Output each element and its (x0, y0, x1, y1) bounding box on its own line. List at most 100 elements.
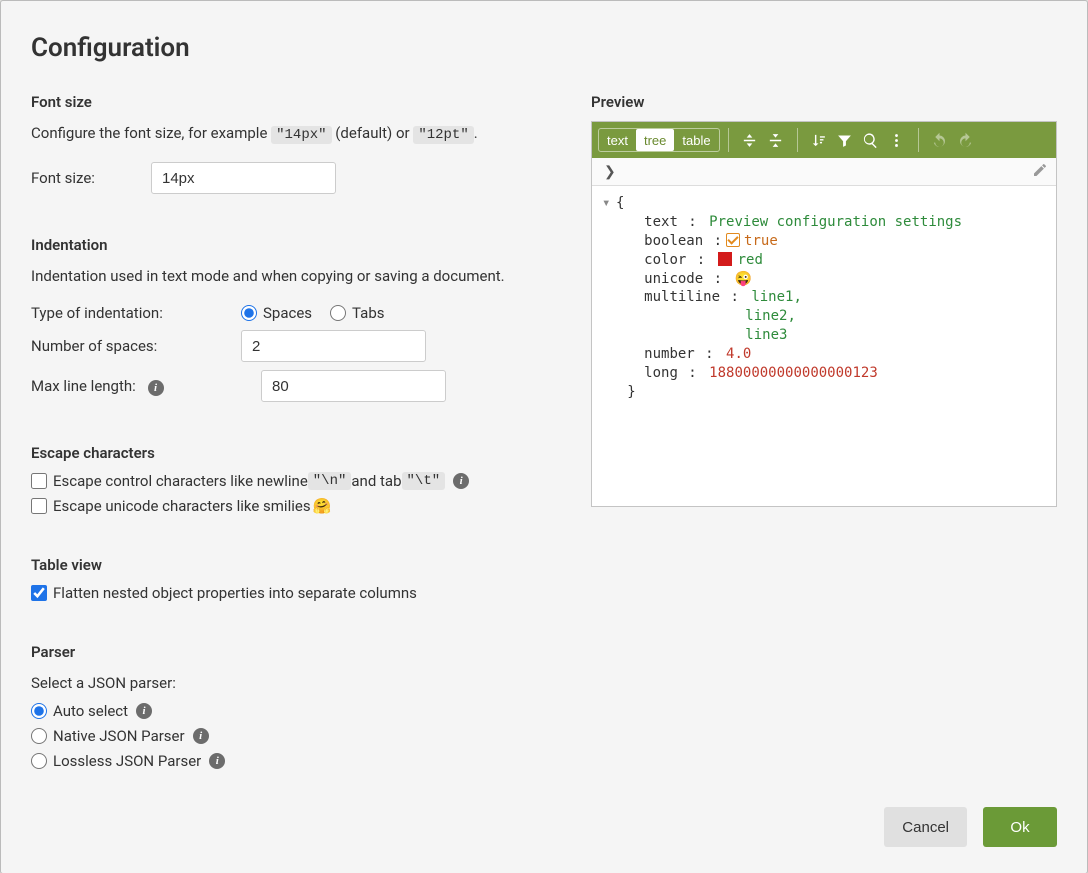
info-icon[interactable]: i (136, 703, 152, 719)
indent-type-label: Type of indentation: (31, 304, 241, 322)
indent-tabs-option[interactable]: Tabs (330, 304, 384, 322)
indent-spaces-option[interactable]: Spaces (241, 304, 312, 322)
max-line-input[interactable] (261, 370, 446, 402)
font-size-heading: Font size (31, 93, 551, 111)
code-example-14px: "14px" (271, 126, 331, 144)
mode-tree-button[interactable]: tree (636, 129, 674, 151)
parser-auto-radio[interactable] (31, 703, 47, 719)
indent-spaces-label: Spaces (263, 304, 312, 322)
text: Escape control characters like newline (53, 472, 308, 490)
escape-heading: Escape characters (31, 444, 551, 462)
json-key: number (644, 346, 695, 362)
flatten-checkbox[interactable] (31, 585, 47, 601)
escape-unicode-row[interactable]: Escape unicode characters like smilies 🤗 (31, 497, 551, 515)
json-string: red (738, 252, 763, 268)
info-icon[interactable]: i (453, 473, 469, 489)
code-example-12pt: "12pt" (413, 126, 473, 144)
undo-icon[interactable] (927, 127, 953, 153)
open-brace: { (616, 195, 624, 211)
dialog-footer: Cancel Ok (31, 807, 1057, 847)
json-string: Preview configuration settings (709, 214, 962, 230)
dialog-title: Configuration (31, 33, 1057, 63)
indent-tabs-radio[interactable] (330, 305, 346, 321)
parser-heading: Parser (31, 643, 551, 661)
table-view-heading: Table view (31, 556, 551, 574)
json-string: line3 (745, 327, 787, 343)
filter-icon[interactable] (832, 127, 858, 153)
text: . (474, 124, 478, 142)
cancel-button[interactable]: Cancel (884, 807, 967, 847)
json-number: 4.0 (726, 346, 751, 362)
num-spaces-label: Number of spaces: (31, 337, 241, 355)
code-tab: "\t" (402, 472, 446, 490)
checkbox-icon[interactable] (726, 233, 740, 247)
mode-text-button[interactable]: text (599, 129, 636, 151)
escape-control-checkbox[interactable] (31, 473, 47, 489)
json-number: 18800000000000000123 (709, 365, 878, 381)
parser-native-radio[interactable] (31, 728, 47, 744)
code-newline: "\n" (308, 472, 352, 490)
preview-path-bar: ❯ (592, 158, 1056, 186)
text: Max line length: (31, 377, 136, 395)
flatten-label: Flatten nested object properties into se… (53, 584, 417, 602)
text: and tab (351, 472, 401, 490)
collapse-all-icon[interactable] (763, 127, 789, 153)
caret-down-icon[interactable]: ▾ (602, 194, 616, 213)
flatten-row[interactable]: Flatten nested object properties into se… (31, 584, 551, 602)
text: Configure the font size, for example (31, 124, 271, 142)
json-key: unicode (644, 271, 703, 287)
parser-lossless-label: Lossless JSON Parser (53, 752, 201, 770)
parser-lossless-radio[interactable] (31, 753, 47, 769)
parser-native-label: Native JSON Parser (53, 727, 185, 745)
escape-unicode-checkbox[interactable] (31, 498, 47, 514)
font-size-input[interactable] (151, 162, 336, 194)
parser-native-option[interactable]: Native JSON Parser i (31, 727, 551, 745)
edit-icon[interactable] (1032, 162, 1048, 182)
smiley-emoji: 🤗 (313, 497, 332, 515)
json-key: boolean (644, 233, 703, 249)
chevron-right-icon[interactable]: ❯ (600, 164, 620, 180)
indent-spaces-radio[interactable] (241, 305, 257, 321)
indent-tabs-label: Tabs (352, 304, 384, 322)
mode-table-button[interactable]: table (674, 129, 718, 151)
search-icon[interactable] (858, 127, 884, 153)
redo-icon[interactable] (953, 127, 979, 153)
parser-lossless-option[interactable]: Lossless JSON Parser i (31, 752, 551, 770)
close-brace: } (627, 384, 635, 400)
json-string: line1, (751, 289, 802, 305)
json-key: color (644, 252, 686, 268)
configuration-dialog: Configuration Font size Configure the fo… (0, 0, 1088, 873)
sort-icon[interactable] (806, 127, 832, 153)
json-string: 😜 (734, 271, 751, 287)
info-icon[interactable]: i (209, 753, 225, 769)
escape-control-row[interactable]: Escape control characters like newline "… (31, 472, 551, 490)
parser-desc: Select a JSON parser: (31, 671, 551, 695)
json-key: multiline (644, 289, 720, 305)
settings-column: Font size Configure the font size, for e… (31, 83, 551, 777)
info-icon[interactable]: i (193, 728, 209, 744)
more-icon[interactable] (884, 127, 910, 153)
indentation-heading: Indentation (31, 236, 551, 254)
expand-all-icon[interactable] (737, 127, 763, 153)
text: Escape unicode characters like smilies (53, 497, 311, 515)
json-string: line2, (745, 308, 796, 324)
ok-button[interactable]: Ok (983, 807, 1057, 847)
num-spaces-input[interactable] (241, 330, 426, 362)
preview-toolbar: text tree table (592, 122, 1056, 158)
json-key: text (644, 214, 678, 230)
text: (default) or (332, 124, 414, 142)
preview-heading: Preview (591, 93, 1057, 111)
parser-auto-option[interactable]: Auto select i (31, 702, 551, 720)
preview-panel: text tree table (591, 121, 1057, 507)
preview-tree[interactable]: ▾{ text : Preview configuration settings… (592, 186, 1056, 506)
json-bool: true (744, 233, 778, 249)
font-size-label: Font size: (31, 169, 151, 187)
color-swatch-icon[interactable] (718, 252, 732, 266)
info-icon[interactable]: i (148, 380, 164, 396)
indentation-desc: Indentation used in text mode and when c… (31, 264, 551, 288)
preview-column: Preview text tree table (591, 83, 1057, 777)
parser-auto-label: Auto select (53, 702, 128, 720)
font-size-desc: Configure the font size, for example "14… (31, 121, 551, 146)
max-line-label: Max line length: i (31, 377, 164, 396)
mode-switch: text tree table (598, 128, 720, 152)
